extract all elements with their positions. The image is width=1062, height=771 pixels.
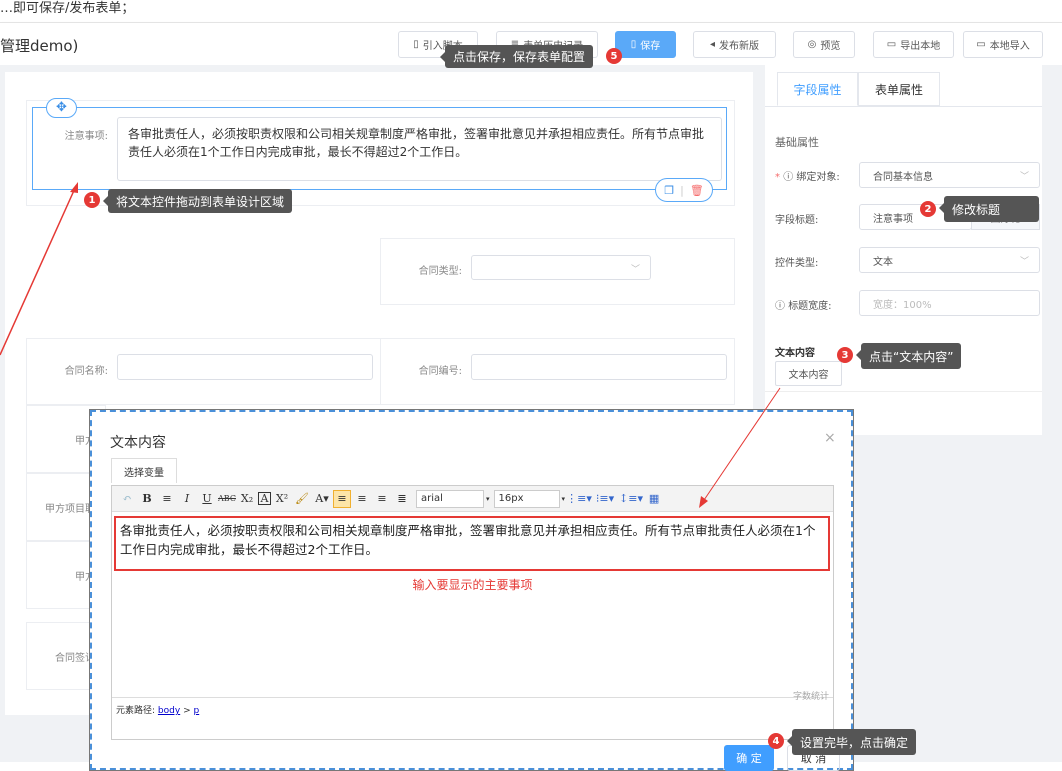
step-badge-4: 4 xyxy=(768,733,784,749)
step-badge-1: 1 xyxy=(84,192,100,208)
tooltip-step-5: 点击保存，保存表单配置 xyxy=(439,45,594,68)
annotation-arrows xyxy=(0,182,781,508)
arrow-3 xyxy=(701,387,781,504)
step-badge-2: 2 xyxy=(920,201,936,217)
step-badge-5: 5 xyxy=(606,48,622,64)
step-badge-3: 3 xyxy=(837,347,853,363)
arrow-1 xyxy=(0,185,77,356)
tooltip-step-3: 点击“文本内容” xyxy=(855,343,962,369)
tooltip-step-2: 修改标题 xyxy=(939,196,1039,222)
tooltip-step-4: 设置完毕，点击确定 xyxy=(786,729,917,755)
tooltip-step-1: 将文本控件拖动到表单设计区域 xyxy=(102,189,293,213)
